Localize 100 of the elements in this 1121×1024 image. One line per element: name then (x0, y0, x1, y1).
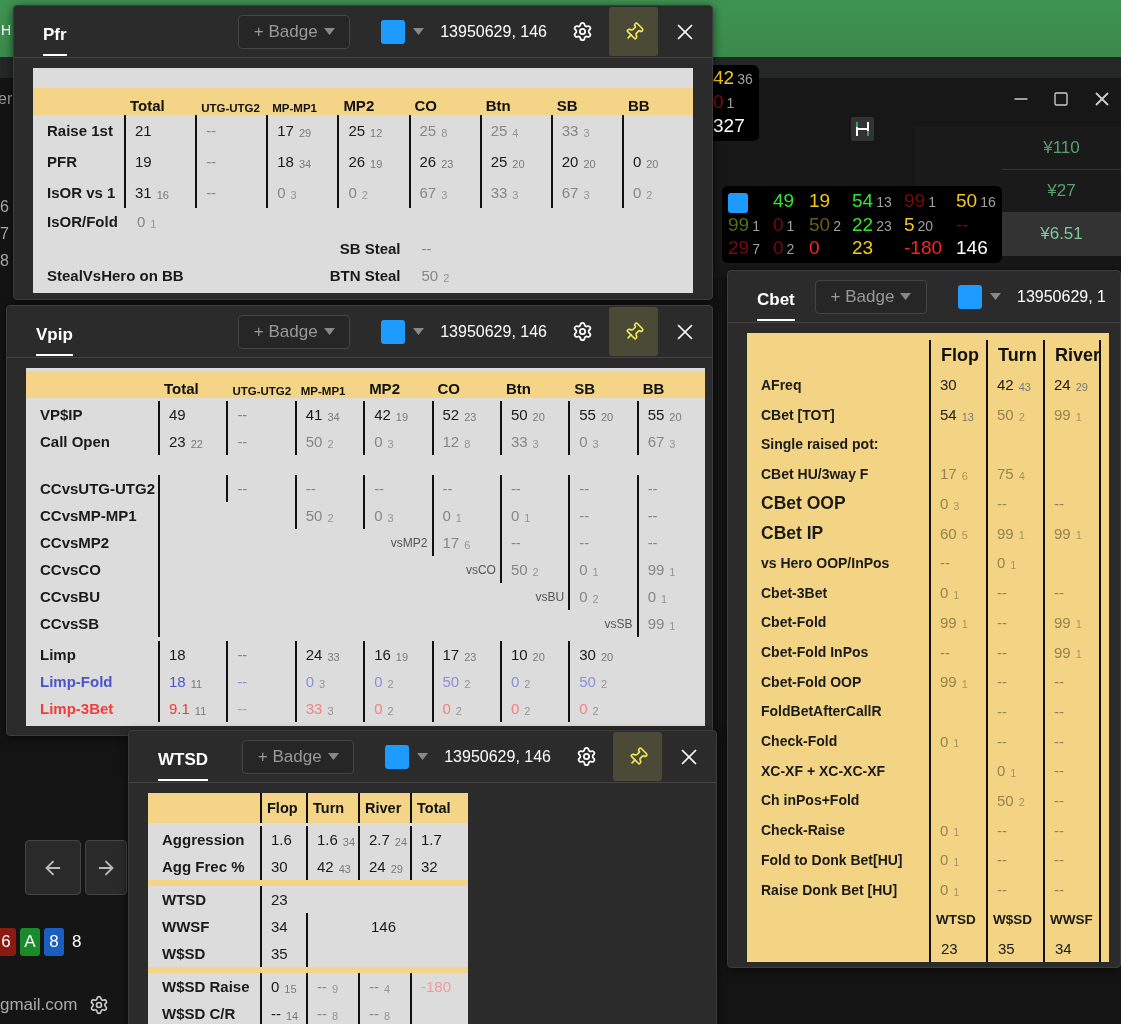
row-label: BTN Steal (328, 267, 402, 284)
stat-value: -- (997, 821, 1007, 839)
color-swatch[interactable] (381, 319, 406, 344)
footer-label: WWSF (1050, 911, 1093, 927)
stat-value: 99 (1054, 406, 1071, 424)
stat-value: -- (206, 184, 217, 201)
hud-stat: 54 (852, 190, 874, 212)
column-header: River (365, 800, 402, 816)
stat-value: -- (1054, 495, 1064, 513)
layout-icon[interactable] (851, 117, 874, 141)
stat-value: 34 (1055, 939, 1072, 957)
sample-count: 19 (370, 157, 383, 170)
sample-count: 3 (319, 677, 326, 690)
badge-button[interactable]: + Badge (238, 314, 351, 349)
row-label: Ch inPos+Fold (760, 792, 861, 809)
player-id-text: 13950629, 1 (1017, 287, 1106, 306)
stat-value: 26 (419, 153, 437, 170)
stat-value: 1.6 (271, 831, 292, 848)
hud-stat: 0 (809, 237, 820, 259)
stat-value: 42 (317, 858, 334, 875)
sample-count: 20 (917, 218, 934, 234)
stat-value: -- (997, 584, 1007, 602)
stat-value: 0 (940, 881, 949, 899)
column-header: Total (163, 380, 200, 397)
row-label: W$SD Raise (161, 978, 251, 995)
sample-count: 20 (669, 410, 682, 423)
pin-button[interactable] (609, 307, 658, 356)
panel-tab[interactable]: WTSD (158, 736, 209, 781)
sample-count: 11 (190, 677, 203, 690)
hud-stat: 29 (728, 237, 750, 259)
sample-count: 6 (961, 469, 968, 482)
stat-value: -- (647, 534, 658, 551)
color-swatch[interactable] (385, 744, 410, 769)
hud-stat: 146 (956, 237, 988, 259)
stat-value: 10 (510, 646, 528, 663)
column-header: Total (129, 97, 166, 114)
stat-value: 0 (510, 507, 520, 524)
sample-count: 19 (395, 650, 409, 663)
sample-count: 20 (600, 410, 614, 423)
sample-count: 14 (286, 1009, 299, 1022)
row-label: IsOR vs 1 (46, 184, 117, 201)
footer-label: W$SD (993, 911, 1032, 927)
sample-count: 13 (961, 410, 974, 423)
sample-count: 4 (1018, 469, 1025, 482)
sample-count: 1 (1075, 529, 1082, 542)
price-item[interactable]: ¥6.51 (1002, 213, 1121, 256)
stat-value: 0 (442, 507, 451, 524)
forward-button[interactable] (85, 840, 127, 895)
stat-value: 0 (374, 433, 383, 450)
maximize-icon[interactable] (1053, 91, 1069, 107)
column-header: MP-MP1 (271, 102, 318, 114)
sample-count: 24 (394, 835, 408, 848)
stat-value: 26 (348, 153, 366, 170)
row-label: StealVsHero on BB (46, 267, 185, 284)
sample-count: 1 (1075, 648, 1082, 661)
stat-value: 50 (510, 406, 528, 423)
position-note: vsSB (604, 616, 633, 631)
color-swatch[interactable] (381, 19, 406, 44)
stat-value: -- (1054, 762, 1064, 780)
sample-count: 1 (1075, 410, 1082, 423)
badge-button[interactable]: + Badge (238, 14, 351, 49)
sample-count: 1 (726, 95, 735, 111)
title-text: H (1, 22, 12, 38)
panel-tab[interactable]: Cbet (757, 276, 795, 321)
settings-icon[interactable] (89, 995, 109, 1015)
pin-button[interactable] (613, 732, 662, 781)
sample-count: 11 (194, 704, 207, 717)
stat-value: -- (237, 433, 248, 450)
column-header: CO (436, 380, 461, 397)
pin-button[interactable] (609, 7, 658, 56)
badge-button[interactable]: + Badge (242, 739, 355, 774)
sample-count: 8 (464, 437, 471, 450)
stat-value: 0 (442, 700, 451, 717)
stat-value: 35 (271, 945, 288, 962)
stat-value: 30 (271, 858, 288, 875)
panel-tab[interactable]: Vpip (36, 311, 73, 356)
stat-value: 0 (137, 213, 146, 230)
stat-value: 0 (510, 673, 520, 690)
playing-card: A (20, 928, 40, 956)
stat-value: 0 (374, 673, 383, 690)
sample-count: 3 (290, 188, 297, 201)
hud-stat: 327 (713, 115, 745, 137)
caret-icon (990, 293, 1001, 300)
column-header: River (1055, 344, 1101, 366)
stat-value: -- (940, 643, 950, 661)
row-label: Single raised pot: (760, 436, 880, 453)
sample-count: 19 (395, 410, 409, 423)
sample-count: 1 (1010, 766, 1017, 779)
stat-value: 99 (940, 613, 957, 631)
sample-count: 8 (441, 126, 448, 139)
badge-button[interactable]: + Badge (815, 279, 927, 314)
column-header: MP2 (342, 97, 376, 114)
stat-value: -- (997, 851, 1007, 869)
panel-tab[interactable]: Pfr (43, 11, 67, 56)
color-swatch[interactable] (958, 284, 982, 309)
sample-count: 15 (284, 982, 297, 995)
stat-value: 25 (490, 153, 508, 170)
stat-value: 0 (348, 184, 357, 201)
stat-value: -- (237, 673, 248, 690)
row-label: CBet HU/3way F (760, 465, 870, 482)
